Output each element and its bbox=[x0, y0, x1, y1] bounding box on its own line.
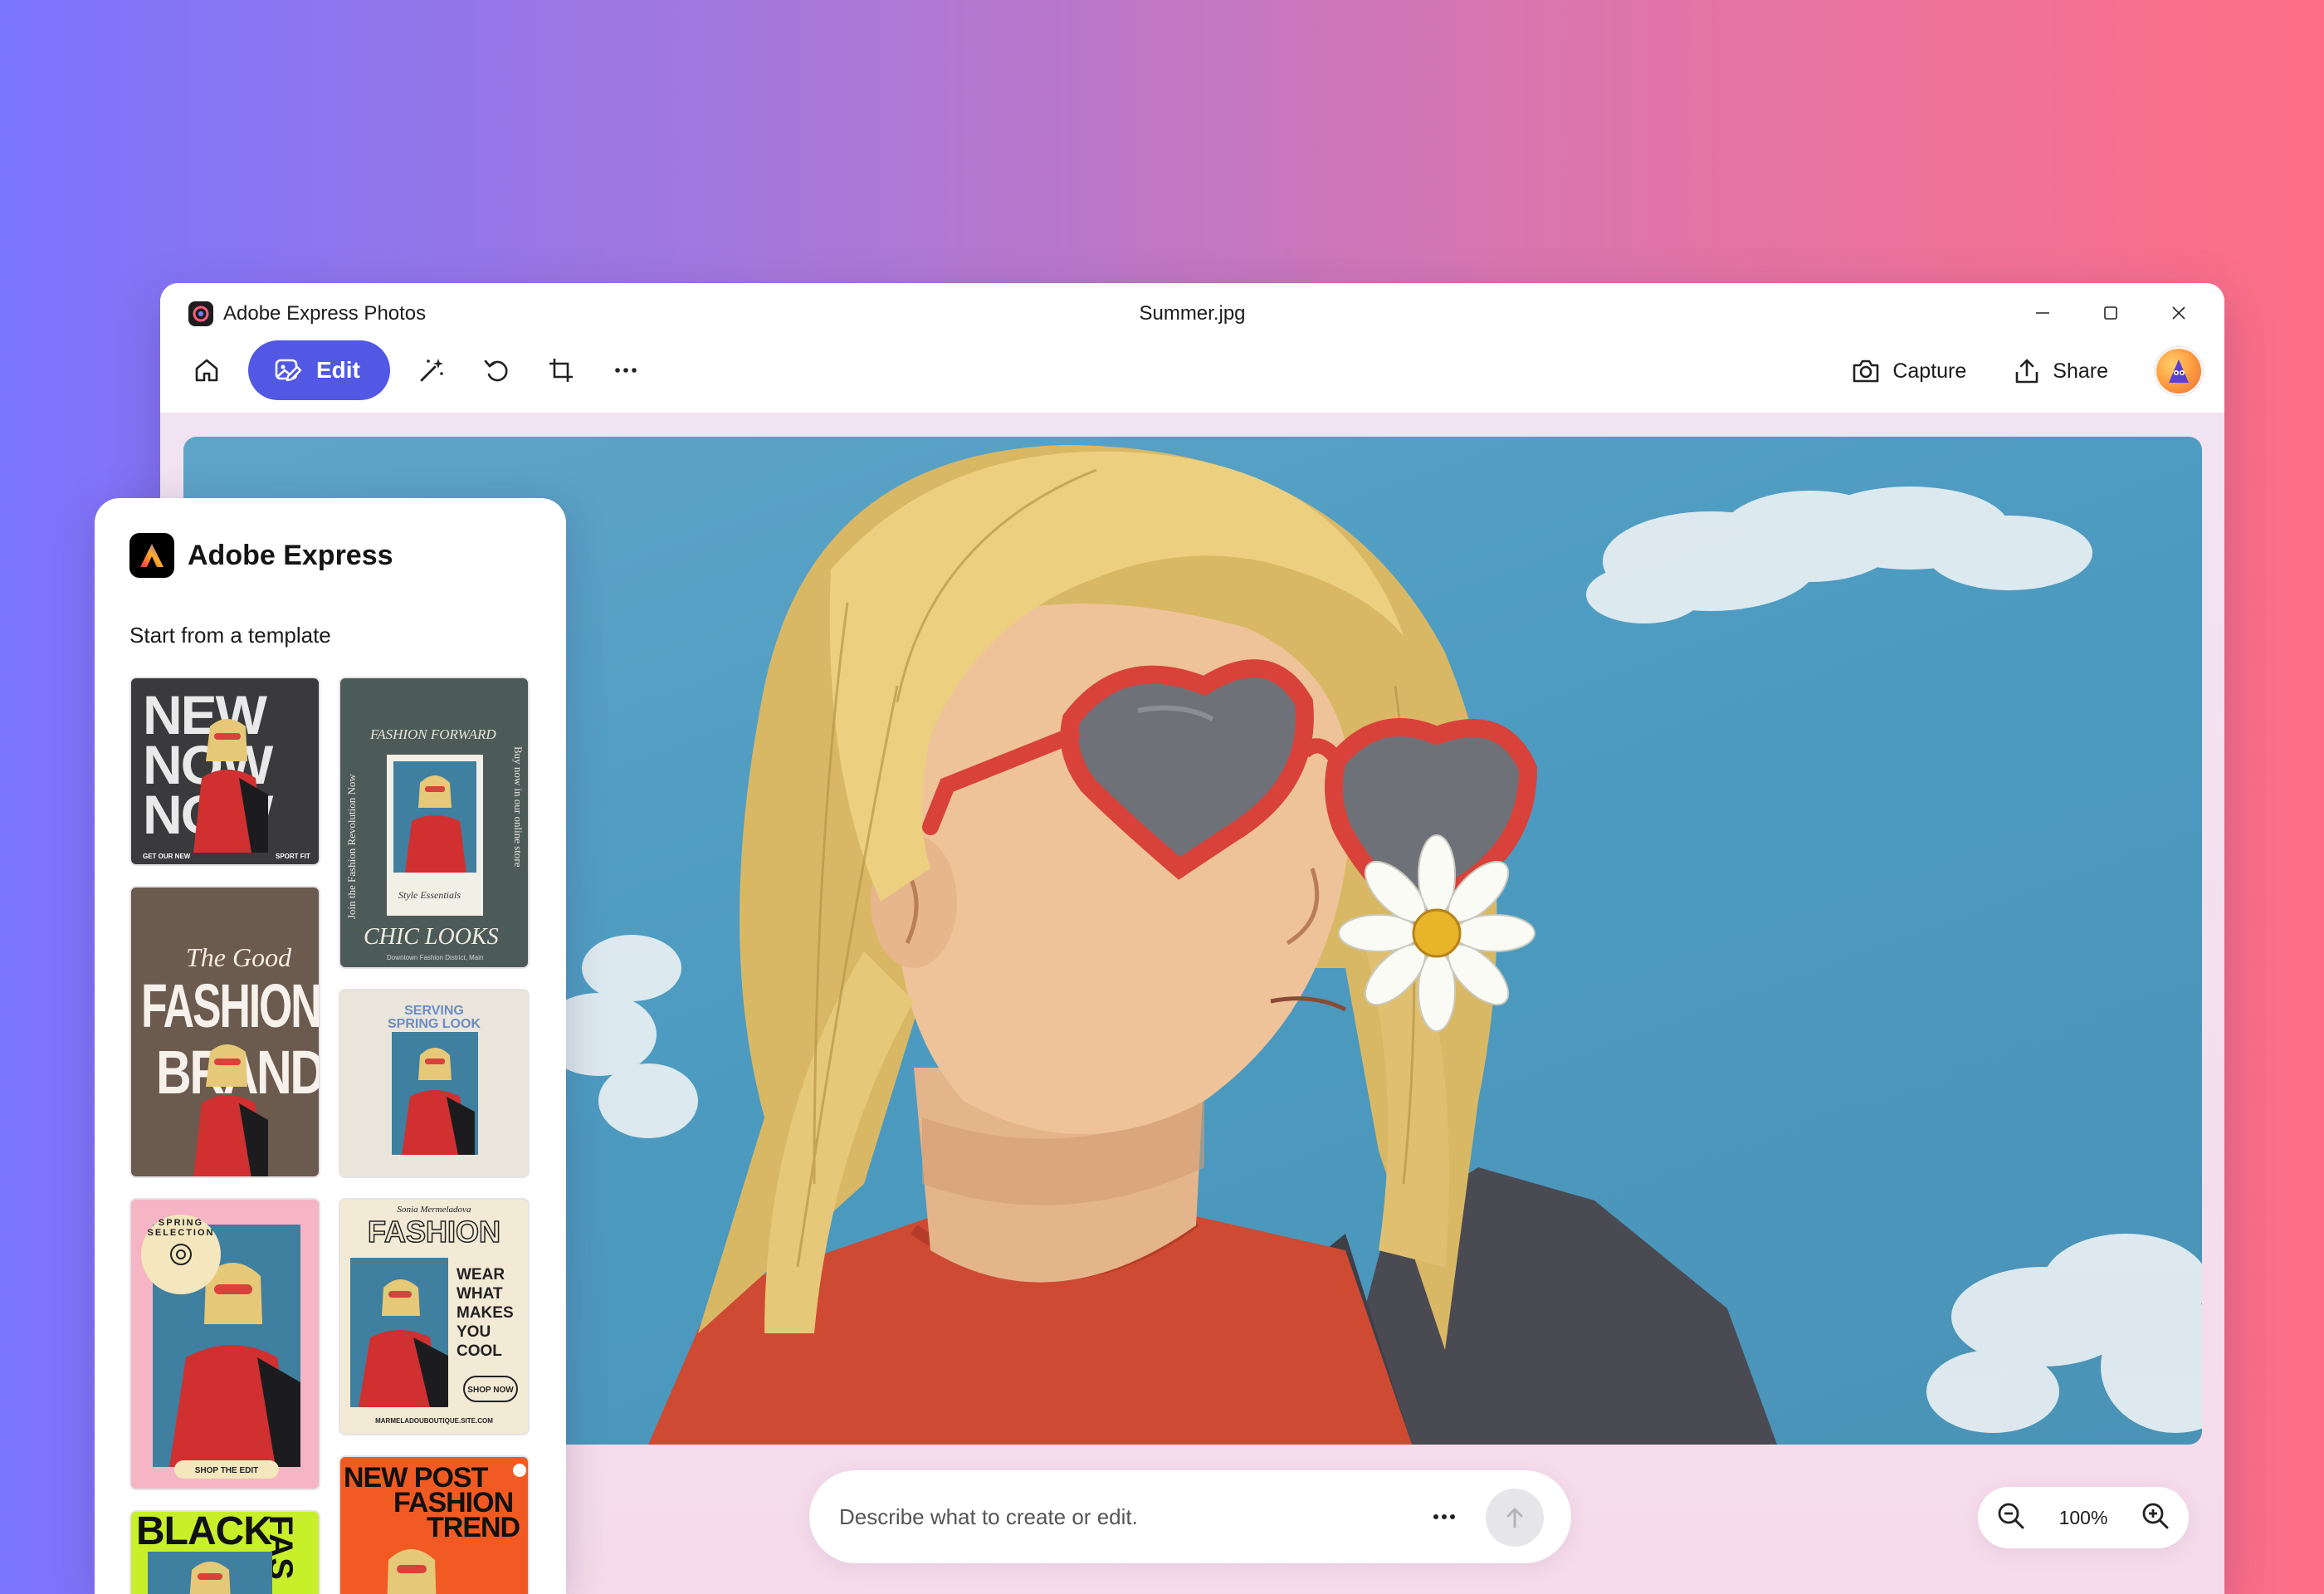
template-text: GET OUR NEW bbox=[143, 853, 191, 860]
home-button[interactable] bbox=[178, 342, 235, 398]
template-text: FASHION bbox=[141, 971, 320, 1040]
template-text: YOU bbox=[456, 1323, 491, 1341]
close-button[interactable] bbox=[2145, 290, 2213, 336]
template-text: CHIC LOOKS bbox=[364, 924, 499, 950]
capture-button[interactable]: Capture bbox=[1851, 356, 1966, 386]
template-photo-frame: Style Essentials bbox=[387, 755, 483, 916]
template-text: SPRING SELECTION bbox=[147, 1218, 215, 1238]
template-text: FASHION bbox=[367, 1214, 501, 1249]
template-text: SHOP NOW bbox=[467, 1386, 514, 1395]
template-button: SHOP THE EDIT bbox=[174, 1460, 279, 1479]
adobe-express-logo-icon bbox=[129, 533, 174, 578]
sun-flower-icon bbox=[170, 1244, 192, 1265]
template-photo bbox=[393, 761, 476, 873]
template-text: WEAR bbox=[456, 1266, 505, 1284]
template-text: MAKES bbox=[456, 1304, 514, 1322]
minimize-icon bbox=[2036, 312, 2049, 314]
more-icon bbox=[615, 368, 637, 373]
zoom-in-icon bbox=[2142, 1503, 2169, 1528]
avatar[interactable] bbox=[2155, 347, 2203, 395]
template-text: The Good bbox=[186, 942, 292, 972]
template-text: FASHION FORWARD bbox=[370, 726, 496, 742]
template-model-figure bbox=[387, 1549, 437, 1594]
template-button: SHOP NOW bbox=[463, 1376, 518, 1402]
window-controls bbox=[2009, 290, 2213, 336]
arrow-up-icon bbox=[1506, 1508, 1523, 1528]
template-card-fashion-brand[interactable]: The Good FASHION BRAND bbox=[129, 886, 320, 1178]
template-photo bbox=[350, 1258, 448, 1407]
template-card-chic-looks[interactable]: FASHION FORWARD Style Essentials Join th… bbox=[339, 677, 530, 969]
template-dot bbox=[513, 1464, 526, 1477]
share-button[interactable]: Share bbox=[2013, 357, 2108, 385]
template-model-figure bbox=[402, 1048, 475, 1155]
more-icon bbox=[1433, 1514, 1455, 1519]
maximize-button[interactable] bbox=[2077, 290, 2145, 336]
template-text: Downtown Fashion District, Main bbox=[387, 954, 484, 961]
template-text: SHOP THE EDIT bbox=[194, 1466, 259, 1475]
template-text: WHAT bbox=[456, 1285, 503, 1303]
template-model-figure bbox=[189, 1562, 231, 1594]
home-icon bbox=[195, 359, 218, 382]
prompt-more-button[interactable] bbox=[1419, 1492, 1469, 1542]
title-bar: Adobe Express Photos Summer.jpg Edit Cap… bbox=[160, 283, 2224, 413]
capture-label: Capture bbox=[1892, 359, 1967, 383]
template-badge: SPRING SELECTION bbox=[141, 1215, 221, 1294]
zoom-control: 100% bbox=[1978, 1487, 2189, 1548]
zoom-level: 100% bbox=[2058, 1506, 2108, 1528]
template-text: Buy now in our online store bbox=[512, 746, 525, 868]
crop-icon bbox=[549, 359, 573, 382]
camera-icon bbox=[1853, 359, 1879, 383]
template-card-spring-selection[interactable]: SPRING SELECTION SHOP THE EDIT bbox=[129, 1198, 320, 1490]
template-photo bbox=[148, 1552, 272, 1594]
template-text: Join the Fashion Revolution Now bbox=[345, 774, 358, 919]
zoom-out-button[interactable] bbox=[1996, 1501, 2026, 1535]
edit-button[interactable]: Edit bbox=[248, 340, 390, 400]
undo-button[interactable] bbox=[468, 342, 525, 398]
template-text: MARMELADOUBOUTIQUE.SITE.COM bbox=[375, 1417, 493, 1425]
panel-title: Adobe Express bbox=[188, 539, 393, 571]
send-button[interactable] bbox=[1486, 1489, 1544, 1547]
template-text: COOL bbox=[456, 1342, 502, 1360]
maximize-icon bbox=[2104, 306, 2117, 320]
panel-subtitle: Start from a template bbox=[129, 623, 331, 648]
template-text: BLACK bbox=[136, 1510, 272, 1553]
zoom-out-icon bbox=[1998, 1503, 2024, 1528]
undo-icon bbox=[484, 359, 508, 382]
template-card-wear-what[interactable]: Sonia Mermeladova FASHION WEAR WHAT MAKE… bbox=[339, 1198, 530, 1435]
file-name: Summer.jpg bbox=[1139, 302, 1246, 325]
template-text: SPORT FIT bbox=[276, 853, 310, 860]
magic-wand-icon bbox=[420, 359, 443, 382]
more-button[interactable] bbox=[598, 342, 654, 398]
close-icon bbox=[2172, 306, 2185, 320]
template-photo bbox=[392, 1032, 478, 1155]
prompt-bar bbox=[809, 1470, 1571, 1563]
crop-button[interactable] bbox=[533, 342, 589, 398]
template-text: SPRING LOOK bbox=[387, 1017, 481, 1031]
template-card-new-post[interactable]: NEW POST FASHION TREND bbox=[339, 1455, 530, 1594]
prompt-input[interactable] bbox=[839, 1492, 1412, 1542]
template-model-figure bbox=[405, 775, 466, 873]
avatar-character-icon bbox=[2169, 359, 2189, 383]
magic-button[interactable] bbox=[403, 342, 460, 398]
template-model-figure bbox=[193, 719, 268, 853]
minimize-button[interactable] bbox=[2009, 290, 2077, 336]
toolbar: Edit bbox=[178, 340, 654, 401]
template-model-figure bbox=[359, 1279, 448, 1407]
template-card-new-now[interactable]: NEW NOW NOW GET OUR NEW SPORT FIT bbox=[129, 677, 320, 866]
adobe-express-panel: Adobe Express Start from a template NEW … bbox=[95, 498, 566, 1594]
share-icon bbox=[2015, 359, 2038, 384]
template-card-spring-look[interactable]: SERVING SPRING LOOK bbox=[339, 989, 530, 1178]
share-label: Share bbox=[2053, 359, 2108, 383]
zoom-in-button[interactable] bbox=[2141, 1501, 2170, 1535]
edit-image-icon bbox=[275, 359, 302, 382]
template-text: Sonia Mermeladova bbox=[397, 1205, 471, 1215]
template-model-figure bbox=[193, 1044, 268, 1176]
template-card-black-fashion[interactable]: BLACK FAS bbox=[129, 1510, 320, 1594]
template-text: Style Essentials bbox=[398, 889, 461, 901]
edit-label: Edit bbox=[316, 357, 360, 383]
panel-header: Adobe Express bbox=[129, 533, 393, 578]
toolbar-right: Capture Share bbox=[1851, 341, 2203, 401]
